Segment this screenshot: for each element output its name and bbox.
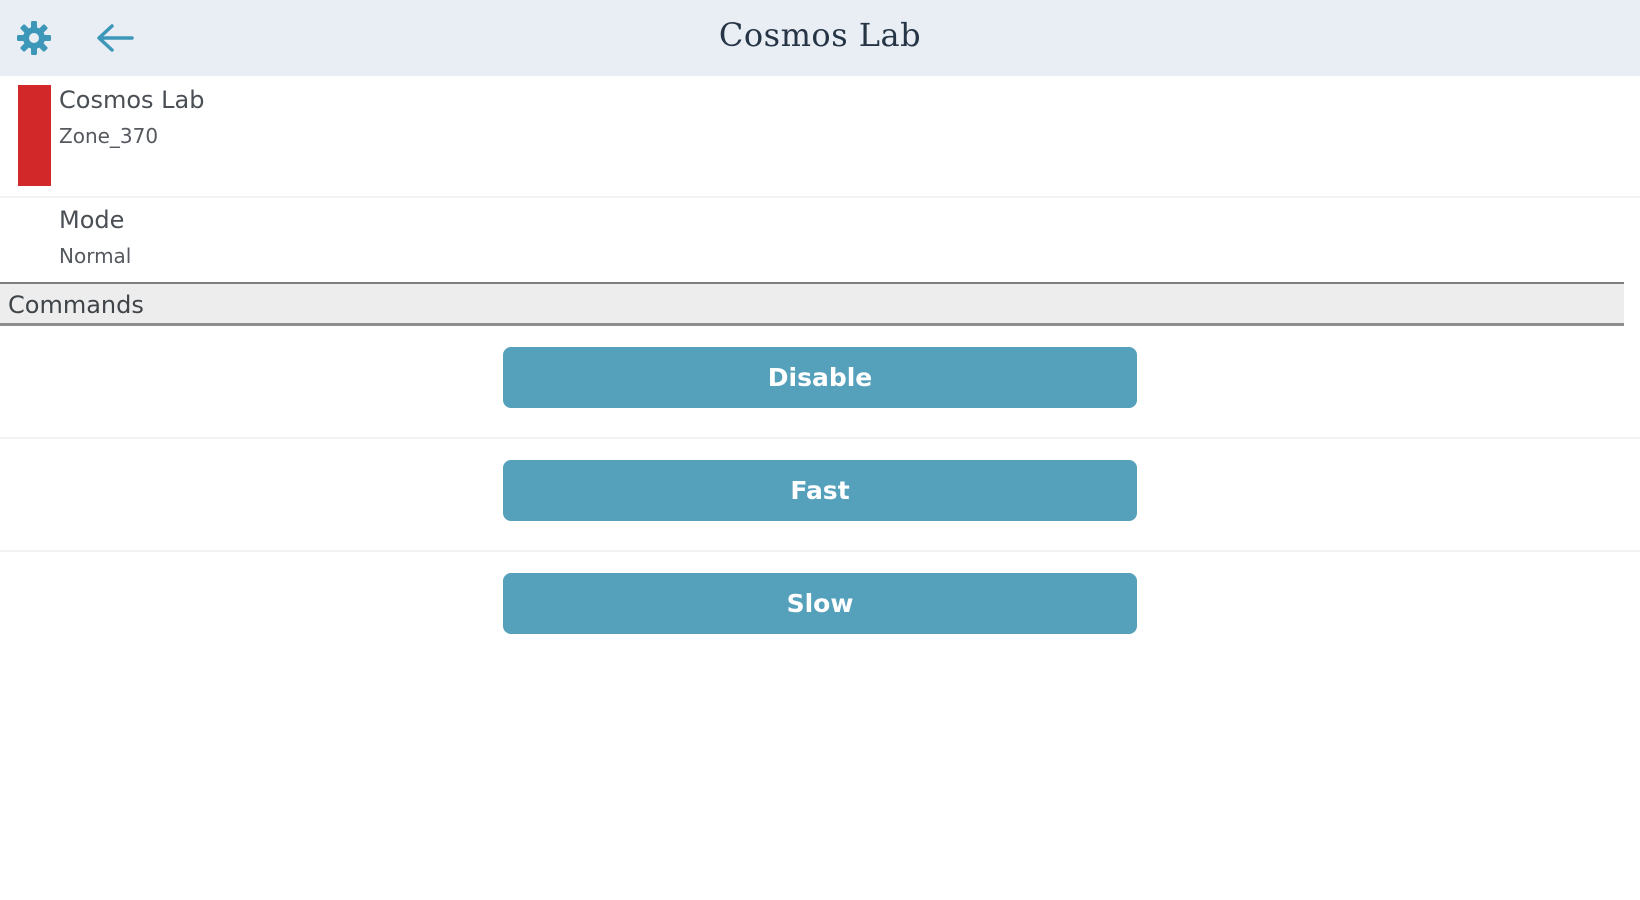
disable-button[interactable]: Disable [503, 347, 1137, 408]
slow-button[interactable]: Slow [503, 573, 1137, 634]
command-row-slow: Slow [0, 552, 1640, 665]
page-title: Cosmos Lab [718, 16, 922, 54]
command-row-fast: Fast [0, 439, 1640, 552]
device-name: Cosmos Lab [59, 86, 205, 114]
commands-section-header: Commands [0, 282, 1624, 326]
mode-row[interactable]: Mode Normal [0, 198, 1640, 282]
mode-label: Mode [59, 206, 125, 234]
command-row-disable: Disable [0, 326, 1640, 439]
device-zone: Zone_370 [59, 124, 159, 148]
mode-value: Normal [59, 244, 132, 268]
top-bar: Cosmos Lab [0, 0, 1640, 76]
fast-button[interactable]: Fast [503, 460, 1137, 521]
device-row[interactable]: Cosmos Lab Zone_370 [0, 76, 1640, 198]
commands-section-label: Commands [8, 291, 144, 319]
status-indicator [18, 85, 51, 186]
